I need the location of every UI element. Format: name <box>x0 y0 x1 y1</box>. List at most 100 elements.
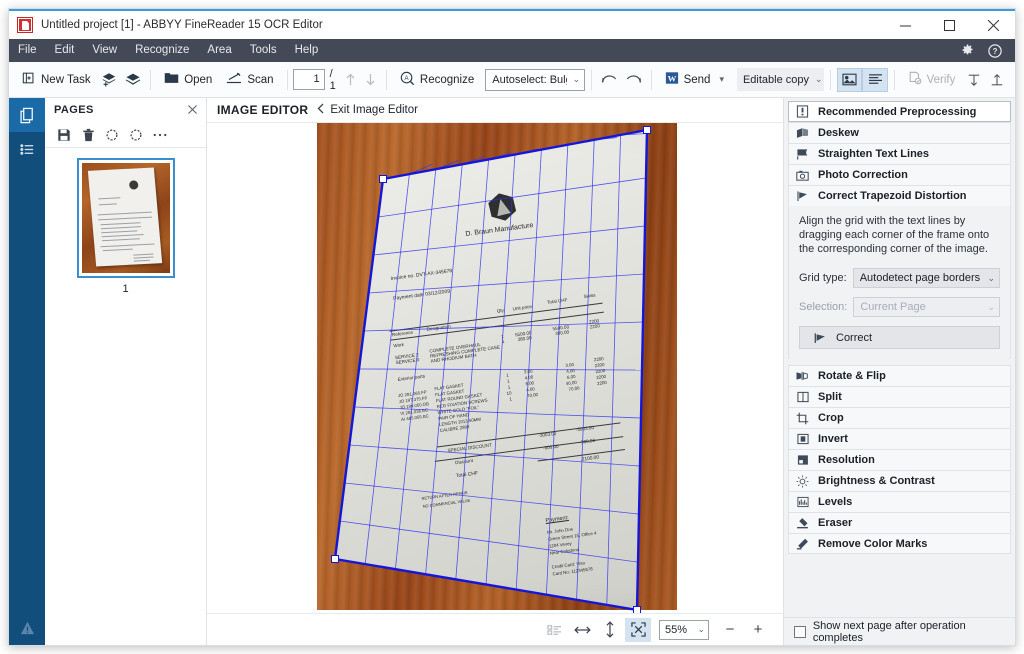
zoom-level-value: 55% <box>665 623 688 636</box>
menu-file[interactable]: File <box>9 39 46 62</box>
trapezoid-grid-overlay[interactable] <box>317 123 677 612</box>
menu-edit[interactable]: Edit <box>46 39 84 62</box>
tool-levels[interactable]: Levels <box>788 491 1011 512</box>
tool-deskew[interactable]: Deskew <box>788 122 1011 143</box>
export-mode-select[interactable]: Editable copy ⌄ <box>736 68 825 91</box>
page-thumbnail-1[interactable] <box>76 158 175 278</box>
pages-panel-icon[interactable] <box>9 98 45 132</box>
tool-label: Levels <box>818 496 853 508</box>
view-image-icon[interactable] <box>837 67 863 92</box>
tool-remove-color-marks[interactable]: Remove Color Marks <box>788 533 1011 554</box>
show-next-page-row[interactable]: Show next page after operation completes <box>784 617 1015 645</box>
chevron-down-icon: ⌄ <box>987 272 995 283</box>
layers-icon[interactable] <box>121 67 144 93</box>
rotate-left-icon[interactable] <box>101 124 123 146</box>
word-icon: W <box>665 71 679 88</box>
tool-label: Split <box>818 391 842 403</box>
straighten-icon <box>795 147 810 162</box>
tool-label: Rotate & Flip <box>818 370 886 382</box>
correct-button[interactable]: Correct <box>799 326 1000 349</box>
tool-label: Straighten Text Lines <box>818 148 930 160</box>
chevron-down-icon: ▾ <box>719 74 724 84</box>
chevron-down-icon: ⌄ <box>987 301 995 312</box>
chevron-down-icon: ⌄ <box>815 74 823 84</box>
remove-color-icon <box>795 536 810 551</box>
arrow-up-icon[interactable] <box>341 68 361 92</box>
trapezoid-options-body: Align the grid with the text lines by dr… <box>788 206 1011 359</box>
svg-text:W: W <box>667 74 676 84</box>
tool-photo-correction[interactable]: Photo Correction <box>788 164 1011 185</box>
grid-type-select[interactable]: Autodetect page borders ⌄ <box>852 268 1000 288</box>
tool-resolution[interactable]: Resolution <box>788 449 1011 470</box>
resolution-icon <box>795 453 810 468</box>
fit-page-icon[interactable] <box>541 618 567 642</box>
exit-image-editor-button[interactable]: Exit Image Editor <box>317 103 418 117</box>
trapezoid-handle-top-left[interactable] <box>379 175 387 183</box>
add-pages-icon[interactable] <box>98 67 121 93</box>
maximize-icon[interactable] <box>927 10 971 40</box>
list-panel-icon[interactable] <box>9 132 45 166</box>
show-next-page-checkbox[interactable] <box>794 625 806 638</box>
view-text-icon[interactable] <box>862 67 888 92</box>
tool-rotate-flip[interactable]: Rotate & Flip <box>788 365 1011 386</box>
more-options-icon[interactable] <box>149 124 171 146</box>
gear-icon[interactable] <box>953 39 981 62</box>
tool-correct-trapezoid-distortion[interactable]: Correct Trapezoid Distortion <box>788 185 1011 206</box>
new-task-button[interactable]: New Task <box>15 67 98 93</box>
tool-brightness-contrast[interactable]: Brightness & Contrast <box>788 470 1011 491</box>
open-button[interactable]: Open <box>157 67 219 93</box>
fit-width-icon[interactable] <box>569 618 595 642</box>
arrow-down-icon[interactable] <box>360 68 380 92</box>
zoom-level-select[interactable]: 55% ⌄ <box>659 619 709 640</box>
close-icon[interactable] <box>971 10 1015 40</box>
undo-icon[interactable] <box>598 67 621 93</box>
minimize-icon[interactable] <box>883 10 927 40</box>
trapezoid-handle-bottom-left[interactable] <box>331 555 339 563</box>
language-select[interactable]: Autoselect: Bulgarian; ⌄ <box>485 68 586 91</box>
image-canvas[interactable]: D. Braun Manufacture Invoice no. DVT-AX-… <box>207 123 783 613</box>
close-icon[interactable] <box>184 103 200 117</box>
trapezoid-handle-bottom-right[interactable] <box>633 606 641 613</box>
main-toolbar: New Task Open Scan 1 / 1 A Recognize Aut… <box>9 62 1015 98</box>
pages-panel: PAGES 1 <box>45 98 207 645</box>
zoom-out-button[interactable]: − <box>717 618 743 642</box>
tool-straighten-text-lines[interactable]: Straighten Text Lines <box>788 143 1011 164</box>
fit-height-icon[interactable] <box>597 618 623 642</box>
send-button[interactable]: W Send ▾ <box>658 67 731 93</box>
previous-error-icon[interactable] <box>962 67 985 93</box>
grid-type-label: Grid type: <box>799 272 847 284</box>
best-fit-icon[interactable] <box>625 617 651 642</box>
verify-button[interactable]: Verify <box>901 67 963 93</box>
warning-icon[interactable] <box>9 611 45 645</box>
scan-button[interactable]: Scan <box>219 67 280 93</box>
menu-tools[interactable]: Tools <box>241 39 286 62</box>
trapezoid-handle-top-right[interactable] <box>643 126 651 134</box>
rotate-right-icon[interactable] <box>125 124 147 146</box>
delete-icon[interactable] <box>77 124 99 146</box>
deskew-icon <box>795 126 810 141</box>
menu-help[interactable]: Help <box>286 39 328 62</box>
tool-recommended-preprocessing[interactable]: Recommended Preprocessing <box>788 101 1011 122</box>
menu-view[interactable]: View <box>83 39 126 62</box>
image-tools-list: Recommended Preprocessing Deskew Straigh… <box>784 98 1015 617</box>
save-icon[interactable] <box>53 124 75 146</box>
tool-split[interactable]: Split <box>788 386 1011 407</box>
chevron-down-icon: ⌄ <box>697 624 705 634</box>
menu-area[interactable]: Area <box>198 39 240 62</box>
pages-thumbnail-list[interactable]: 1 <box>45 148 206 645</box>
zoom-in-button[interactable]: + <box>745 618 771 642</box>
brightness-icon <box>795 474 810 489</box>
recognize-button[interactable]: A Recognize <box>393 67 481 93</box>
pages-panel-title: PAGES <box>54 104 94 116</box>
correct-button-label: Correct <box>836 331 873 344</box>
image-editor-header: IMAGE EDITOR Exit Image Editor <box>207 98 783 123</box>
next-error-icon[interactable] <box>986 67 1009 93</box>
redo-icon[interactable] <box>621 67 644 93</box>
tool-crop[interactable]: Crop <box>788 407 1011 428</box>
question-circle-icon[interactable]: ? <box>981 39 1009 62</box>
tool-invert[interactable]: Invert <box>788 428 1011 449</box>
page-number-input[interactable]: 1 <box>293 69 325 90</box>
scanned-photo[interactable]: D. Braun Manufacture Invoice no. DVT-AX-… <box>317 123 677 613</box>
tool-eraser[interactable]: Eraser <box>788 512 1011 533</box>
menu-recognize[interactable]: Recognize <box>126 39 198 62</box>
